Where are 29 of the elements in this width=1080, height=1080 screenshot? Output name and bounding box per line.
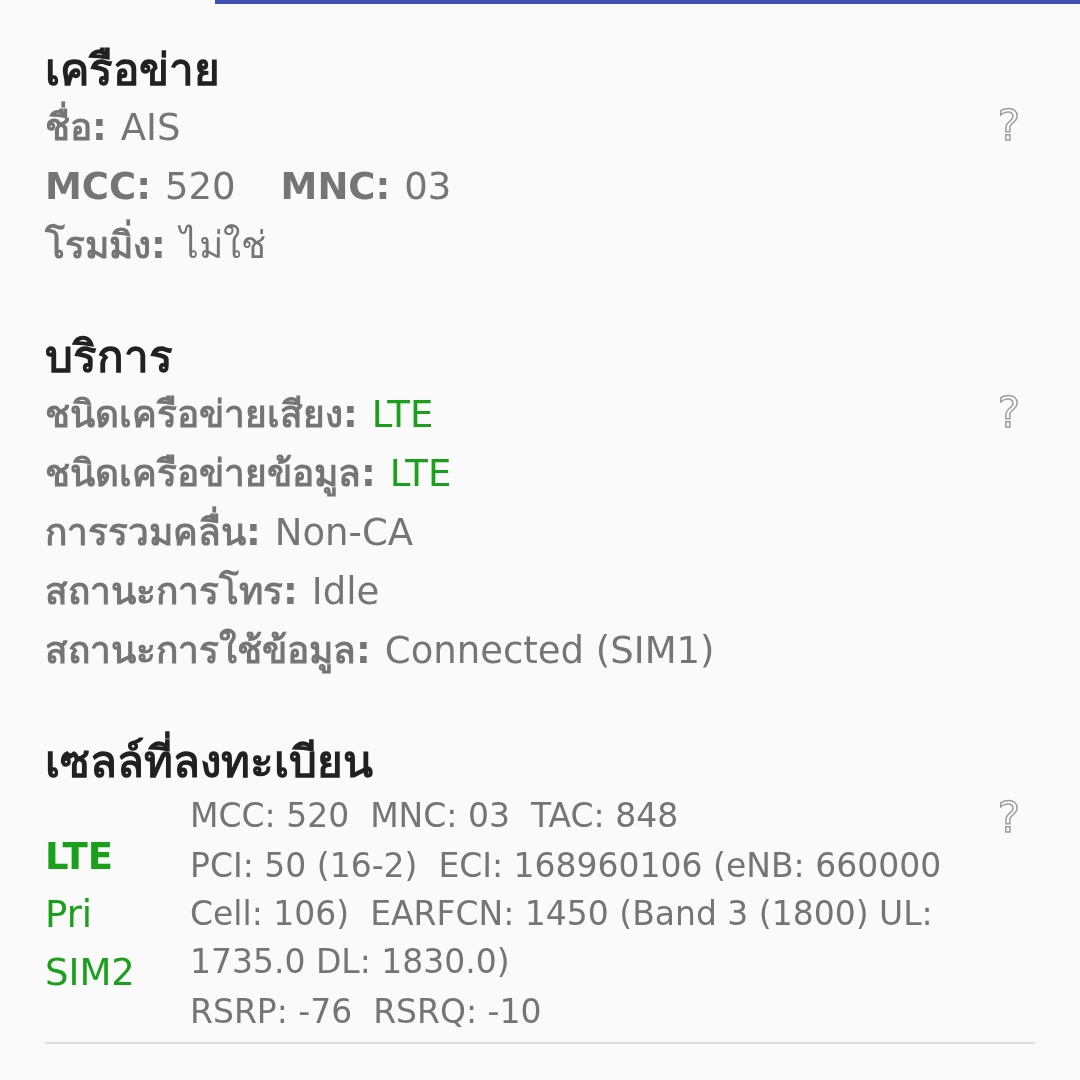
cell-tag: LTE (45, 828, 150, 886)
field-label: MNC: (280, 163, 391, 210)
field-value: Non-CA (274, 509, 414, 556)
field-value: 03 (404, 163, 452, 210)
field-label: การรวมคลื่น: (45, 501, 261, 564)
field-label: โรมมิ่ง: (45, 214, 166, 277)
help-icon[interactable]: ? (997, 794, 1020, 842)
field-value: Connected (SIM1) (384, 627, 715, 674)
field-value: 520 (164, 163, 236, 210)
cell-info: MCC: 520 MNC: 03 TAC: 848 (190, 795, 680, 837)
field-label: MCC: (45, 163, 151, 210)
section-title: บริการ (45, 330, 173, 384)
cell-tag: SIM2 (45, 944, 150, 1002)
field-value: LTE (389, 450, 452, 497)
help-icon[interactable]: ? (997, 389, 1020, 437)
field-value: ไม่ใช่ (179, 222, 266, 269)
field-value: LTE (371, 391, 434, 438)
field-value: Idle (311, 568, 380, 615)
field-label: ชนิดเครือข่ายข้อมูล: (45, 450, 376, 499)
field-label: สถานะการใช้ข้อมูล: (45, 627, 371, 676)
field-label: ชื่อ: (45, 96, 107, 159)
section-title: เครือข่าย (45, 43, 220, 97)
field-value: AIS (120, 104, 181, 151)
cell-tag: Pri (45, 886, 150, 944)
help-icon[interactable]: ? (997, 102, 1020, 150)
cell-info: PCI: 50 (16-2) ECI: 168960106 (eNB: 660000 Cell: 106) EARFCN: 1450 (Band 3 (1800) UL: 1735.0 DL: 1830.0) (190, 845, 943, 983)
cell-info: RSRP: -76 RSRQ: -10 (190, 991, 543, 1033)
field-label: ชนิดเครือข่ายเสียง: (45, 391, 358, 438)
field-label: สถานะการโทร: (45, 568, 298, 615)
